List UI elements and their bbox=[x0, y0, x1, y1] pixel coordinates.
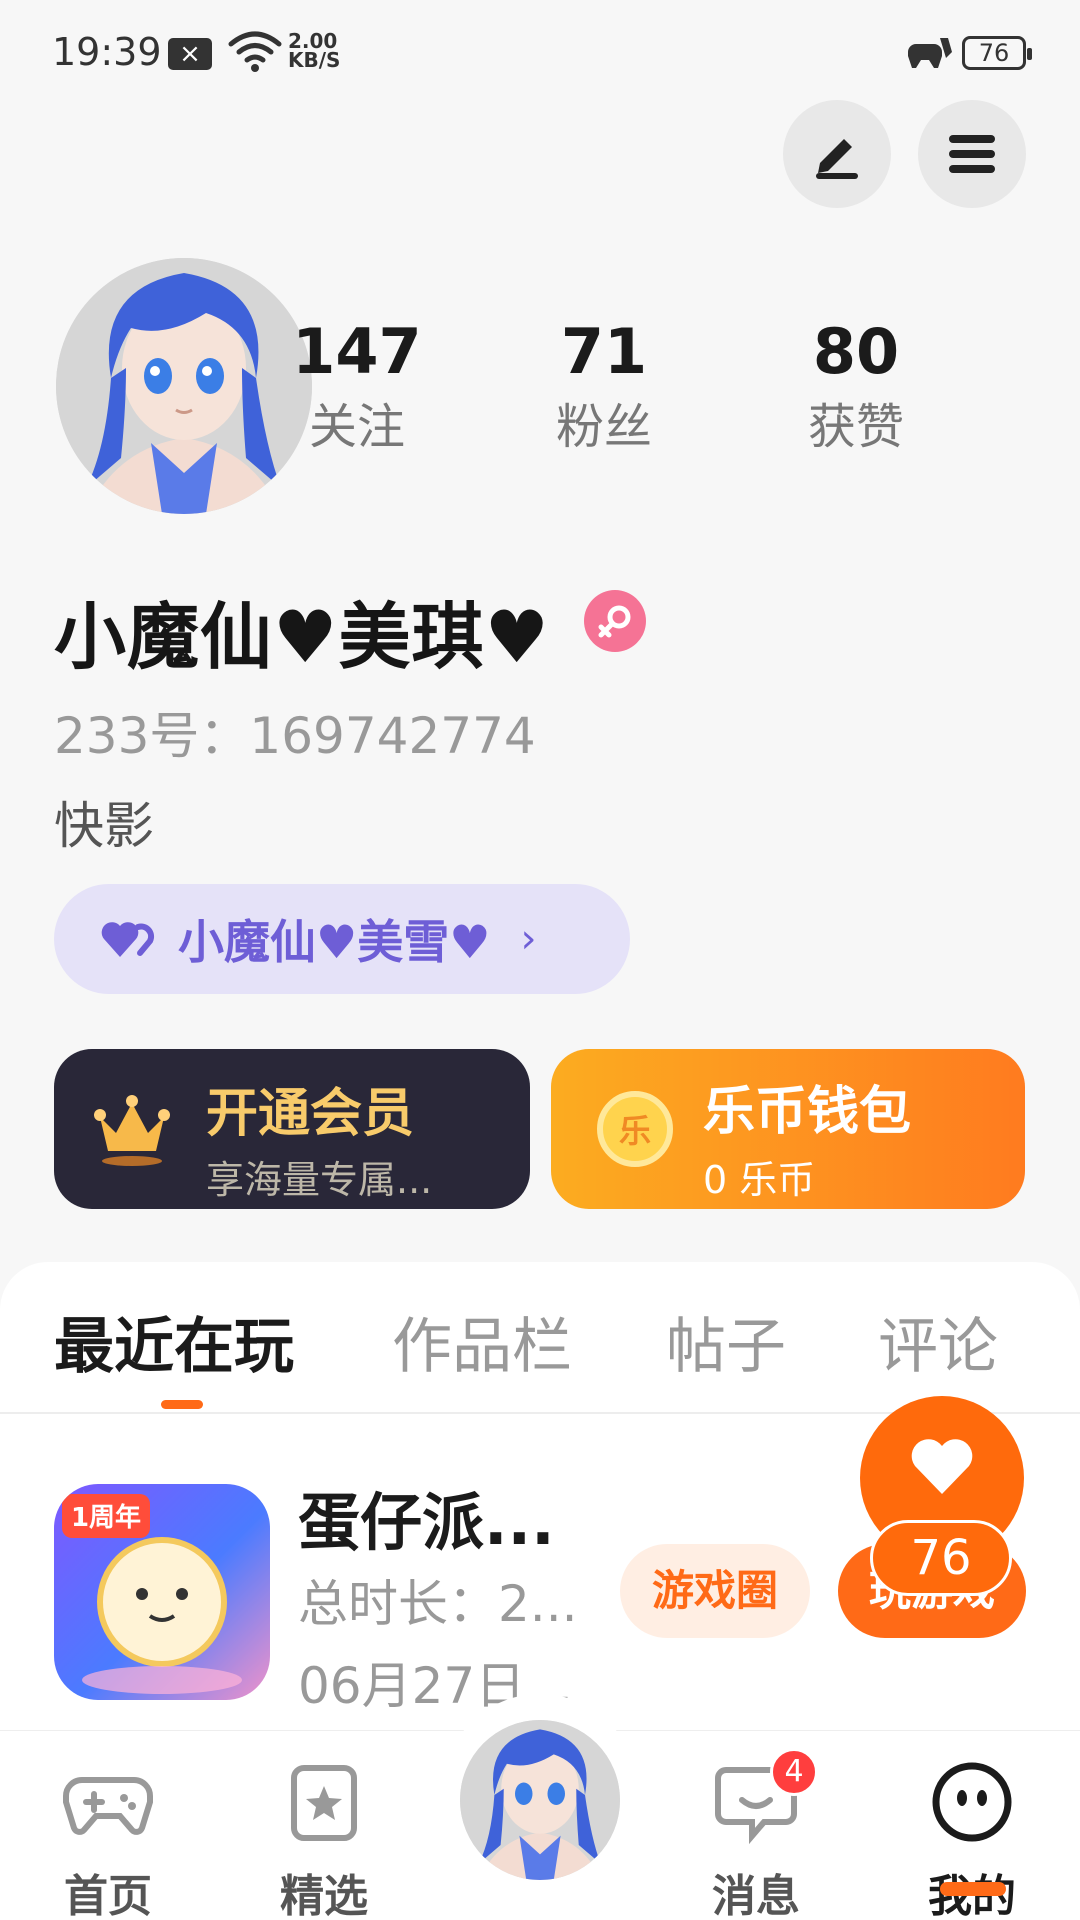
female-gender-icon bbox=[584, 590, 646, 652]
nav-messages-label: 消息 bbox=[712, 1871, 800, 1920]
tab-comments[interactable]: 评论 bbox=[878, 1298, 998, 1385]
game-icon[interactable]: 1周年 bbox=[54, 1484, 270, 1700]
wallet-card[interactable]: 乐 乐币钱包 0 乐币 bbox=[551, 1049, 1025, 1209]
user-id: 233号：169742774 bbox=[54, 707, 536, 765]
tab-posts[interactable]: 帖子 bbox=[666, 1298, 786, 1385]
wifi-icon bbox=[228, 31, 282, 72]
nav-home-label: 首页 bbox=[64, 1871, 152, 1920]
battery-indicator: 76 bbox=[962, 36, 1032, 70]
cp-name: 小魔仙♥美雪♥ bbox=[178, 915, 491, 969]
coin-glyph: 乐 bbox=[618, 1112, 651, 1150]
network-speed: 2.00 KB/S bbox=[288, 31, 341, 72]
cp-relation-pill[interactable]: 小魔仙♥美雪♥ › bbox=[54, 884, 630, 994]
menu-button[interactable] bbox=[918, 100, 1026, 208]
vip-subtitle: 享海量专属... bbox=[206, 1158, 433, 1202]
coin-icon: 乐 bbox=[597, 1091, 673, 1167]
stat-fans[interactable]: 71 粉丝 bbox=[519, 315, 689, 459]
wallet-balance: 0 乐币 bbox=[703, 1158, 816, 1202]
vip-title: 开通会员 bbox=[206, 1084, 415, 1144]
tab-works[interactable]: 作品栏 bbox=[392, 1298, 572, 1385]
stat-likes[interactable]: 80 获赞 bbox=[771, 315, 941, 459]
vip-membership-card[interactable]: 开通会员 享海量专属... bbox=[54, 1049, 530, 1209]
status-bar: 19:39 × 2.00 KB/S 76 bbox=[0, 0, 1080, 100]
active-tab-indicator bbox=[161, 1400, 203, 1409]
star-bookmark-icon bbox=[291, 1765, 357, 1841]
stat-following[interactable]: 147 关注 bbox=[272, 315, 442, 459]
nav-featured[interactable]: 精选 bbox=[254, 1756, 394, 1920]
gamepad-icon bbox=[63, 1777, 153, 1835]
avatar-illustration-small bbox=[460, 1720, 620, 1880]
game-mode-icon bbox=[908, 38, 952, 68]
double-heart-icon bbox=[101, 922, 155, 957]
status-time: 19:39 bbox=[52, 30, 162, 74]
user-bio: 快影 bbox=[54, 797, 154, 855]
game-name: 蛋仔派... bbox=[298, 1486, 555, 1559]
nav-home[interactable]: 首页 bbox=[38, 1756, 178, 1920]
close-box-icon: × bbox=[168, 38, 212, 70]
following-label: 关注 bbox=[308, 399, 405, 455]
fans-count: 71 bbox=[560, 315, 648, 388]
wallet-title: 乐币钱包 bbox=[703, 1082, 912, 1142]
anniversary-badge: 1周年 bbox=[71, 1502, 141, 1533]
tab-recent-played[interactable]: 最近在玩 bbox=[54, 1298, 294, 1385]
nav-avatar[interactable] bbox=[460, 1720, 620, 1880]
likes-count: 80 bbox=[812, 315, 900, 388]
game-circle-button[interactable]: 游戏圈 bbox=[620, 1544, 810, 1638]
edit-icon bbox=[816, 139, 858, 179]
speed-unit: KB/S bbox=[288, 48, 341, 72]
chevron-right-icon: › bbox=[520, 916, 537, 962]
fans-label: 粉丝 bbox=[555, 399, 652, 455]
crown-icon bbox=[94, 1095, 170, 1166]
edit-profile-button[interactable] bbox=[783, 100, 891, 208]
message-count-badge: 4 bbox=[770, 1748, 818, 1796]
active-nav-indicator bbox=[940, 1882, 1006, 1896]
nav-featured-label: 精选 bbox=[280, 1871, 368, 1920]
game-playtime: 总时长：2... bbox=[298, 1575, 578, 1633]
like-count-badge: 76 bbox=[870, 1520, 1012, 1596]
smiley-face-icon bbox=[932, 1762, 1012, 1842]
following-count: 147 bbox=[292, 315, 422, 388]
username: 小魔仙♥美琪♥ bbox=[54, 595, 551, 679]
menu-icon bbox=[949, 135, 995, 173]
heart-icon bbox=[911, 1439, 973, 1494]
likes-label: 获赞 bbox=[807, 399, 904, 455]
